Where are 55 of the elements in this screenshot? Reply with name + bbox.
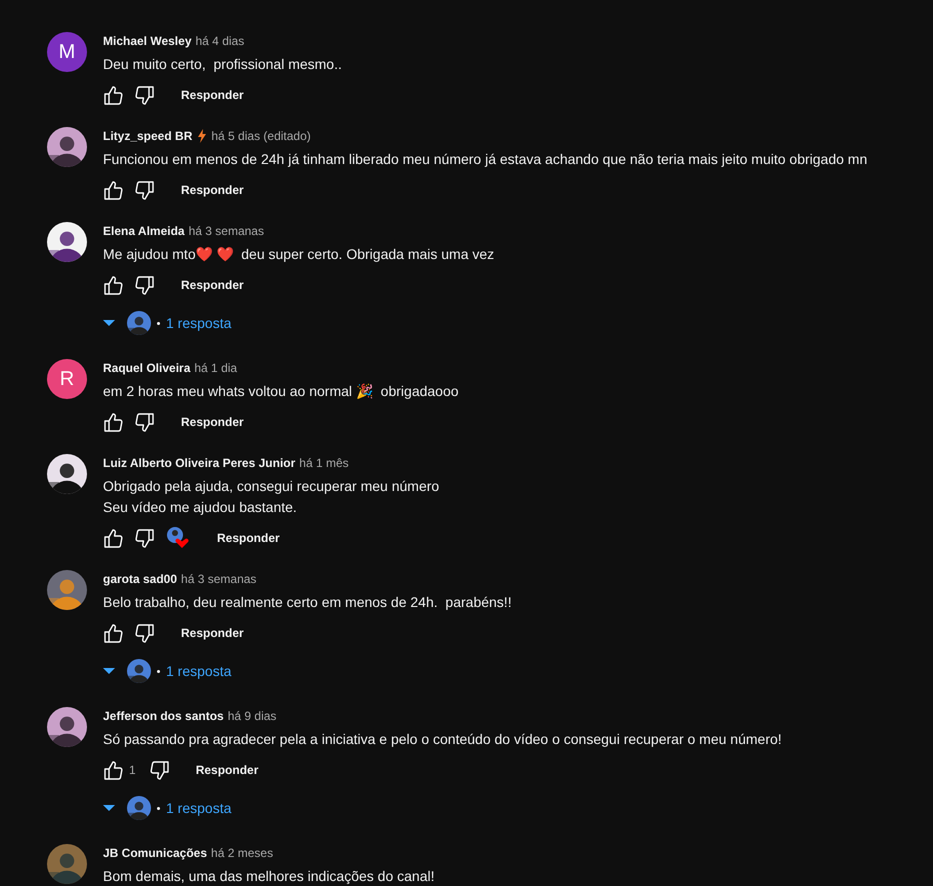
replies-link[interactable]: 1 resposta	[166, 663, 232, 679]
author-name[interactable]: Raquel Oliveira	[103, 361, 190, 375]
thumbs-down-icon[interactable]	[135, 623, 155, 643]
reply-button[interactable]: Responder	[169, 82, 256, 108]
thumbs-up-icon[interactable]	[103, 180, 123, 200]
author-name[interactable]: Lityz_speed BR	[103, 129, 192, 143]
caret-down-icon[interactable]	[103, 668, 115, 674]
reply-button[interactable]: Responder	[169, 177, 256, 203]
author-name[interactable]: Luiz Alberto Oliveira Peres Junior	[103, 456, 296, 470]
comment-time[interactable]: há 3 semanas	[181, 572, 256, 586]
comment-text: em 2 horas meu whats voltou ao normal 🎉 obrigadaooo	[103, 382, 459, 401]
comment-time[interactable]: há 5 dias (editado)	[211, 129, 311, 143]
comment-text: Deu muito certo, profissional mesmo..	[103, 55, 342, 74]
author-name[interactable]: garota sad00	[103, 572, 178, 586]
thumbs-down-icon[interactable]	[135, 528, 155, 548]
replies-link[interactable]: 1 resposta	[166, 315, 232, 331]
thumbs-down-icon[interactable]	[135, 180, 155, 200]
thumbs-down-icon[interactable]	[135, 412, 155, 432]
reply-button[interactable]: Responder	[205, 525, 292, 551]
thumbs-up-icon[interactable]	[103, 275, 123, 295]
thumbs-down-icon[interactable]	[135, 85, 155, 105]
author-name[interactable]: Michael Wesley	[103, 34, 192, 48]
reply-button[interactable]: Responder	[169, 272, 256, 298]
comment-text: Belo trabalho, deu realmente certo em menos de 24h. parabéns!!	[103, 593, 512, 612]
thumbs-down-icon[interactable]	[135, 275, 155, 295]
comment-text: Me ajudou mto❤ ❤ deu super certo. Obrigada mais uma vez	[103, 245, 494, 264]
caret-down-icon[interactable]	[103, 805, 115, 811]
comment-time[interactable]: há 1 mês	[299, 456, 349, 470]
thumbs-down-icon[interactable]	[150, 760, 170, 780]
reply-button[interactable]: Responder	[169, 620, 256, 646]
comment-time[interactable]: há 2 meses	[211, 846, 274, 860]
thumbs-up-icon[interactable]	[103, 528, 123, 548]
thumbs-up-icon[interactable]	[103, 85, 123, 105]
thumbs-up-icon[interactable]	[103, 760, 123, 780]
reply-button[interactable]: Responder	[184, 757, 270, 783]
comment-time[interactable]: há 3 semanas	[188, 224, 264, 238]
comment-time[interactable]: há 9 dias	[228, 709, 276, 723]
comment-text: Bom demais, uma das melhores indicações do canal!	[103, 867, 435, 886]
comment-text: Só passando pra agradecer pela a iniciativa e pelo o conteúdo do vídeo o consegui recuperar o meu número!	[103, 730, 782, 749]
thumbs-up-icon[interactable]	[103, 623, 123, 643]
comment-time[interactable]: há 1 dia	[194, 361, 238, 375]
replies-link[interactable]: 1 resposta	[166, 800, 232, 816]
comment-text: Seu vídeo me ajudou bastante.	[103, 498, 298, 517]
avatar: R	[47, 359, 87, 399]
author-name[interactable]: Jefferson dos santos	[103, 709, 224, 723]
caret-down-icon[interactable]	[103, 320, 115, 326]
author-name[interactable]: Elena Almeida	[103, 224, 185, 238]
comment-text: Funcionou em menos de 24h já tinham liberado meu número já estava achando que não teria mais jeito muito obrigado mn	[103, 150, 868, 169]
comment-text: Obrigado pela ajuda, consegui recuperar meu número	[103, 477, 440, 496]
thumbs-up-icon[interactable]	[103, 412, 123, 432]
avatar: M	[47, 32, 87, 72]
comment-time[interactable]: há 4 dias	[196, 34, 244, 48]
author-name[interactable]: JB Comunicações	[103, 846, 208, 860]
reply-button[interactable]: Responder	[169, 409, 256, 435]
like-count: 1	[129, 763, 136, 777]
